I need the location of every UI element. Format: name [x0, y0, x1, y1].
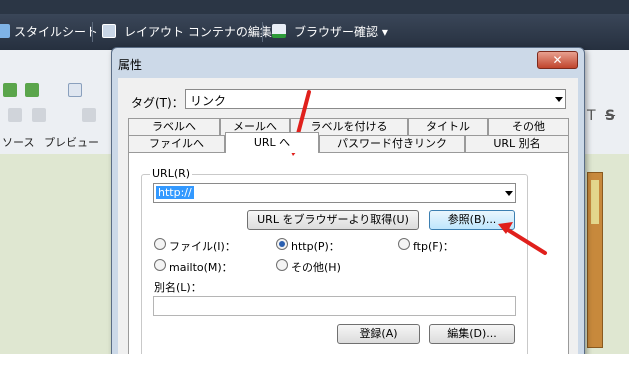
radio-file[interactable] — [154, 238, 166, 250]
strikethrough-icon[interactable]: S — [605, 108, 615, 124]
tab-title[interactable]: タイトル — [408, 118, 488, 135]
radio-ftp[interactable] — [398, 238, 410, 250]
tag-label: タグ(T)： — [131, 96, 184, 110]
radio-ftp-label: ftp(F)： — [413, 240, 454, 253]
toolbar-separator — [262, 22, 263, 42]
browser-check-icon — [272, 24, 286, 38]
app-right-toolbar — [583, 50, 629, 154]
radio-other-label: その他(H) — [291, 261, 341, 274]
edit-button[interactable]: 編集(D)... — [429, 324, 515, 344]
chevron-down-icon[interactable] — [505, 191, 513, 196]
editor-canvas[interactable] — [0, 154, 112, 354]
format-icon[interactable] — [68, 83, 82, 97]
layout-container-icon — [102, 24, 116, 38]
alias-input[interactable] — [153, 296, 516, 316]
page-margin — [0, 354, 629, 369]
alias-label: 別名(L)： — [154, 281, 202, 294]
tag-select[interactable] — [185, 89, 566, 109]
tab-label[interactable]: ラベルへ — [128, 118, 220, 135]
table-icon[interactable] — [32, 108, 46, 122]
green-page-icon[interactable] — [25, 83, 39, 97]
close-button[interactable]: ✕ — [537, 51, 578, 69]
tab-url-alias[interactable]: URL 別名 — [465, 135, 569, 152]
tab-file[interactable]: ファイルへ — [128, 135, 225, 152]
columns-icon[interactable] — [82, 108, 96, 122]
radio-http-label: http(P)： — [291, 240, 340, 253]
register-button[interactable]: 登録(A) — [337, 324, 420, 344]
stylesheet-icon — [0, 24, 10, 38]
browse-button[interactable]: 参照(B)... — [429, 210, 515, 230]
stylesheet-menu[interactable]: スタイルシート — [14, 23, 98, 40]
toolbar-separator — [92, 22, 93, 42]
get-url-from-browser-button[interactable]: URL をブラウザーより取得(U) — [247, 210, 419, 230]
url-input-value[interactable]: http:// — [156, 186, 194, 199]
tag-select-value: リンク — [190, 94, 227, 108]
layout-ruler-highlight — [591, 180, 599, 224]
radio-http[interactable] — [276, 238, 288, 250]
url-group-label: URL(R) — [150, 167, 193, 180]
source-tab[interactable]: ソース — [2, 134, 34, 150]
app-title-bar — [0, 0, 629, 14]
align-icon[interactable] — [8, 108, 22, 122]
preview-tab[interactable]: プレビュー — [44, 134, 99, 150]
text-tool-icon[interactable]: T — [587, 108, 596, 124]
tab-password-link[interactable]: パスワード付きリンク — [319, 135, 465, 152]
radio-mailto[interactable] — [154, 259, 166, 271]
url-input[interactable] — [153, 183, 516, 203]
radio-mailto-label: mailto(M)： — [169, 261, 233, 274]
tab-url[interactable]: URL へ — [225, 132, 319, 153]
browser-check-menu[interactable]: ブラウザー確認 ▾ — [294, 23, 388, 40]
radio-other[interactable] — [276, 259, 288, 271]
layout-edit-menu[interactable]: レイアウト コンテナの編集 ▾ — [124, 23, 282, 40]
chevron-down-icon[interactable] — [555, 97, 563, 102]
radio-file-label: ファイル(I)： — [169, 240, 236, 253]
tab-other[interactable]: その他 — [488, 118, 569, 135]
green-page-icon[interactable] — [3, 83, 17, 97]
dialog-title: 属性 — [118, 58, 143, 72]
